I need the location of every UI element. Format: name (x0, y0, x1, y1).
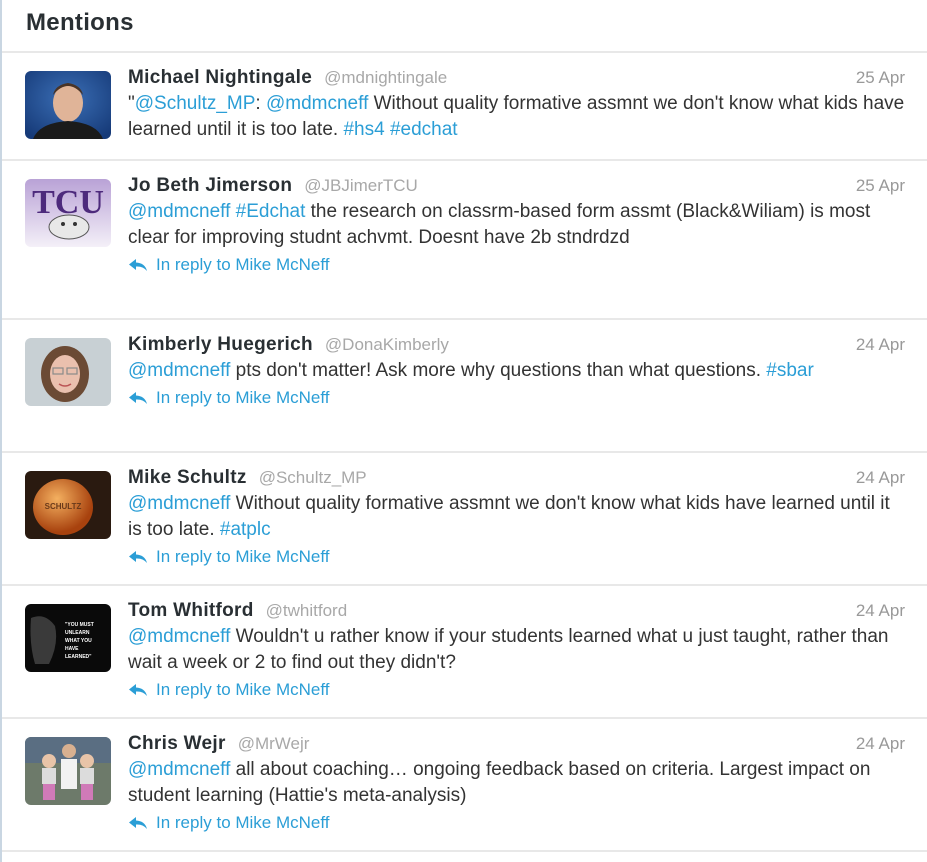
mentions-panel: Mentions Michael Nightingale @mdnighting… (0, 0, 927, 862)
in-reply-to-link[interactable]: In reply to Mike McNeff (128, 253, 905, 277)
avatar[interactable] (25, 71, 111, 139)
avatar[interactable]: "YOU MUST UNLEARN WHAT YOU HAVE LEARNED" (25, 604, 111, 672)
tweet-item[interactable]: Chris Wejr @MrWejr 24 Apr @mdmcneff all … (2, 719, 927, 852)
author-handle[interactable]: @DonaKimberly (325, 335, 449, 355)
mention-link[interactable]: @Schultz_MP (135, 93, 256, 114)
avatar[interactable]: TCU (25, 179, 111, 247)
svg-text:SCHULTZ: SCHULTZ (45, 502, 82, 511)
avatar[interactable] (25, 737, 111, 805)
avatar-photo-woman-icon (25, 338, 111, 406)
hashtag-link[interactable]: #edchat (390, 119, 458, 140)
tweet-text: @mdmcneff Without quality formative assm… (128, 493, 890, 540)
mention-link[interactable]: @mdmcneff (266, 93, 368, 114)
tweet-date[interactable]: 24 Apr (856, 734, 905, 754)
in-reply-to-label[interactable]: In reply to Mike McNeff (156, 680, 330, 700)
svg-text:HAVE: HAVE (65, 646, 79, 652)
tweet-date[interactable]: 25 Apr (856, 176, 905, 196)
svg-text:WHAT YOU: WHAT YOU (65, 638, 92, 644)
author-handle[interactable]: @mdnightingale (324, 68, 447, 88)
tweet-list: Michael Nightingale @mdnightingale 25 Ap… (2, 53, 927, 852)
mention-link[interactable]: @mdmcneff (128, 201, 230, 222)
tweet-item[interactable]: TCU Jo Beth Jimerson @JBJimerTCU 25 Apr … (2, 161, 927, 320)
author-handle[interactable]: @Schultz_MP (259, 468, 367, 488)
reply-arrow-icon (129, 259, 147, 271)
avatar-quote-poster-icon: "YOU MUST UNLEARN WHAT YOU HAVE LEARNED" (25, 604, 111, 672)
svg-text:"YOU MUST: "YOU MUST (65, 622, 94, 628)
author-handle[interactable]: @JBJimerTCU (304, 176, 418, 196)
reply-arrow-icon (129, 684, 147, 696)
mention-link[interactable]: @mdmcneff (128, 626, 230, 647)
tweet-item[interactable]: SCHULTZ Mike Schultz @Schultz_MP 24 Apr … (2, 453, 927, 586)
avatar-tcu-logo-icon: TCU (25, 179, 111, 247)
tweet-date[interactable]: 24 Apr (856, 335, 905, 355)
hashtag-link[interactable]: #hs4 (343, 119, 384, 140)
tweet-item[interactable]: "YOU MUST UNLEARN WHAT YOU HAVE LEARNED"… (2, 586, 927, 719)
in-reply-to-link[interactable]: In reply to Mike McNeff (128, 678, 905, 702)
svg-text:LEARNED": LEARNED" (65, 654, 92, 660)
in-reply-to-link[interactable]: In reply to Mike McNeff (128, 545, 905, 569)
mention-link[interactable]: @mdmcneff (128, 360, 230, 381)
author-name[interactable]: Jo Beth Jimerson (128, 175, 292, 197)
author-handle[interactable]: @MrWejr (238, 734, 310, 754)
mention-link[interactable]: @mdmcneff (128, 759, 230, 780)
avatar[interactable] (25, 338, 111, 406)
tweet-date[interactable]: 24 Apr (856, 601, 905, 621)
tweet-date[interactable]: 24 Apr (856, 468, 905, 488)
tweet-item[interactable]: Kimberly Huegerich @DonaKimberly 24 Apr … (2, 320, 927, 453)
tweet-text: @mdmcneff Wouldn't u rather know if your… (128, 626, 889, 673)
author-name[interactable]: Mike Schultz (128, 467, 247, 489)
reply-arrow-icon (129, 392, 147, 404)
hashtag-link[interactable]: #atplc (220, 519, 271, 540)
avatar[interactable]: SCHULTZ (25, 471, 111, 539)
in-reply-to-label[interactable]: In reply to Mike McNeff (156, 547, 330, 567)
in-reply-to-link[interactable]: In reply to Mike McNeff (128, 811, 905, 835)
author-name[interactable]: Tom Whitford (128, 600, 254, 622)
reply-arrow-icon (129, 817, 147, 829)
in-reply-to-label[interactable]: In reply to Mike McNeff (156, 255, 330, 275)
author-name[interactable]: Michael Nightingale (128, 67, 312, 89)
tweet-text: @mdmcneff all about coaching… ongoing fe… (128, 759, 871, 806)
tweet-date[interactable]: 25 Apr (856, 68, 905, 88)
mention-link[interactable]: @mdmcneff (128, 493, 230, 514)
svg-text:UNLEARN: UNLEARN (65, 630, 90, 636)
tweet-text: @mdmcneff #Edchat the research on classr… (128, 201, 871, 248)
page-title: Mentions (26, 8, 134, 36)
mentions-header: Mentions (2, 0, 927, 53)
author-handle[interactable]: @twhitford (266, 601, 348, 621)
in-reply-to-label[interactable]: In reply to Mike McNeff (156, 813, 330, 833)
avatar-orange-ball-icon: SCHULTZ (25, 471, 111, 539)
author-name[interactable]: Kimberly Huegerich (128, 334, 313, 356)
in-reply-to-link[interactable]: In reply to Mike McNeff (128, 386, 905, 410)
avatar-photo-family-icon (25, 737, 111, 805)
reply-arrow-icon (129, 551, 147, 563)
tweet-item[interactable]: Michael Nightingale @mdnightingale 25 Ap… (2, 53, 927, 161)
tweet-text: "@Schultz_MP: @mdmcneff Without quality … (128, 93, 905, 140)
in-reply-to-label[interactable]: In reply to Mike McNeff (156, 388, 330, 408)
avatar-photo-man-icon (25, 71, 111, 139)
author-name[interactable]: Chris Wejr (128, 733, 226, 755)
tweet-text: @mdmcneff pts don't matter! Ask more why… (128, 360, 814, 381)
hashtag-link[interactable]: #Edchat (236, 201, 306, 222)
hashtag-link[interactable]: #sbar (766, 360, 814, 381)
